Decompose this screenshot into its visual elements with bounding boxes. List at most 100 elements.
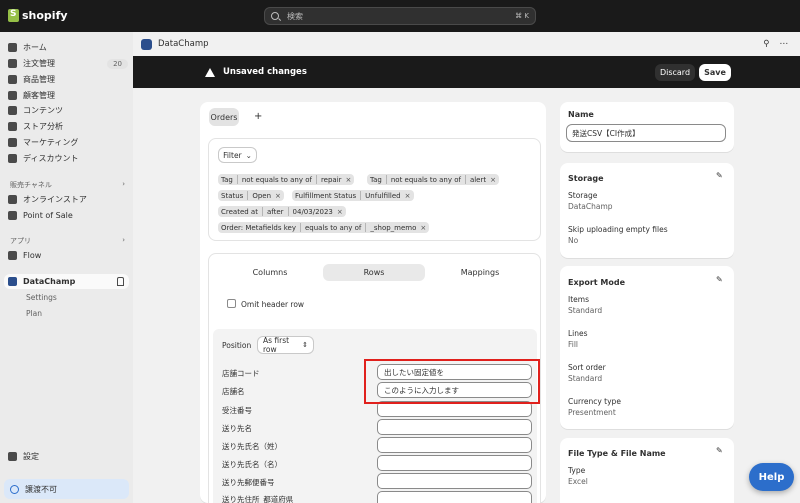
sidebar-item-label: Point of Sale [23,211,73,220]
chip-field: Status [221,191,244,200]
chip-divider [236,175,238,184]
shopify-logo[interactable]: shopify [8,9,68,22]
tab-mappings[interactable]: Mappings [430,264,530,281]
pin-icon[interactable] [117,277,124,286]
skip-empty-label: Skip uploading empty files [568,225,668,234]
items-label: Items [568,295,589,304]
sidebar-item-orders[interactable]: 注文管理 20 [8,56,128,71]
filter-chip[interactable]: Fulfillment Status Unfulfilled × [292,190,414,201]
unsaved-message: Unsaved changes [205,67,307,77]
add-tab-button[interactable]: + [254,111,262,122]
position-select[interactable]: As first row ⇕ [257,336,314,354]
tag-icon [8,75,17,84]
select-arrows-icon: ⇕ [302,341,308,349]
edit-icon[interactable]: ✎ [716,446,724,455]
close-icon[interactable]: × [405,192,411,200]
sidebar-subitem-settings[interactable]: Settings [26,293,57,302]
chip-field: Tag [370,175,382,184]
chip-divider [385,175,387,184]
non-transferable-notice[interactable]: 譲渡不可 [4,479,129,499]
home-icon [8,43,17,52]
sidebar-item-analytics[interactable]: ストア分析 [8,119,128,134]
chip-divider [247,191,249,200]
discard-button[interactable]: Discard [655,64,695,81]
row-field-input[interactable] [377,437,532,453]
chip-value: 04/03/2023 [292,207,333,216]
help-button[interactable]: Help [749,463,794,491]
search-bar[interactable]: 検索 ⌘ K [264,7,536,25]
chip-field: Fulfillment Status [295,191,357,200]
chip-field: Created at [221,207,258,216]
edit-icon[interactable]: ✎ [716,171,724,180]
sales-channels-heading[interactable]: 販売チャネル › [10,180,125,190]
items-value: Standard [568,306,603,315]
close-icon[interactable]: × [490,176,496,184]
warning-icon [205,67,215,77]
chip-operator: equals to any of [304,223,362,232]
sidebar-item-home[interactable]: ホーム [8,40,128,55]
close-icon[interactable]: × [337,208,343,216]
export-mode-title: Export Mode [568,278,626,287]
storage-label: Storage [568,191,598,200]
close-icon[interactable]: × [346,176,352,184]
section-label: 販売チャネル [10,181,52,189]
sidebar-item-content[interactable]: コンテンツ [8,103,128,118]
sidebar-item-flow[interactable]: Flow [8,248,128,263]
filter-chip[interactable]: Order: Metafields key equals to any of _sh… [218,222,430,233]
chevron-right-icon: › [122,236,125,244]
sidebar-item-label: ストア分析 [23,122,63,131]
row-field-input[interactable] [377,491,532,503]
close-icon[interactable]: × [275,192,281,200]
chevron-right-icon: › [122,180,125,188]
pin-icon[interactable]: ⚲ [763,39,769,49]
sidebar-item-discounts[interactable]: ディスカウント [8,151,128,166]
tab-columns[interactable]: Columns [222,264,318,281]
storage-title: Storage [568,174,604,183]
sidebar-item-label: 設定 [23,452,39,461]
edit-icon[interactable]: ✎ [716,275,724,284]
sidebar-item-pos[interactable]: Point of Sale [8,208,128,223]
filter-chip[interactable]: Tag not equals to any of alert × [367,174,499,185]
row-field-input[interactable] [377,419,532,435]
sidebar-item-datachamp[interactable]: DataChamp [8,274,128,289]
tab-rows[interactable]: Rows [323,264,425,281]
filter-chip[interactable]: Status Open × [218,190,284,201]
datachamp-icon [141,38,152,50]
target-icon [8,138,17,147]
annotation-highlight-box [364,359,540,404]
sidebar-item-label: 商品管理 [23,75,55,84]
filter-label: Filter [223,150,242,160]
type-label: Type [568,466,586,475]
sidebar-item-online-store[interactable]: オンラインストア [8,192,128,207]
sidebar-item-customers[interactable]: 顧客管理 [8,88,128,103]
sidebar-item-label: DataChamp [23,277,76,286]
row-field-input[interactable] [377,473,532,489]
close-icon[interactable]: × [420,224,426,232]
info-icon [10,484,19,494]
position-label: Position [222,341,252,350]
discount-icon [8,154,17,163]
omit-header-checkbox[interactable] [227,299,236,308]
sidebar-item-label: Flow [23,251,42,260]
chip-value: repair [320,175,342,184]
filter-chip[interactable]: Created at after 04/03/2023 × [218,206,346,217]
row-field-label: 店舗名 [222,387,245,396]
name-input[interactable]: 発送CSV【CI作成】 [566,124,726,142]
app-header: DataChamp ⚲ ⋯ [133,32,800,56]
pos-icon [8,211,17,220]
filter-chip[interactable]: Tag not equals to any of repair × [218,174,355,185]
filter-button[interactable]: Filter ⌄ [218,147,257,163]
sidebar-item-marketing[interactable]: マーケティング [8,135,128,150]
row-field-input[interactable] [377,455,532,471]
apps-heading[interactable]: アプリ › [10,236,125,246]
chip-divider [261,207,263,216]
sidebar-item-products[interactable]: 商品管理 [8,72,128,87]
tab-orders[interactable]: Orders [209,108,239,126]
top-bar: shopify 検索 ⌘ K [0,0,800,32]
sidebar-item-label: 顧客管理 [23,91,55,100]
sidebar-item-settings[interactable]: 設定 [8,449,128,464]
save-button[interactable]: Save [699,64,731,81]
more-icon[interactable]: ⋯ [780,39,789,49]
chart-icon [8,122,17,131]
sidebar-subitem-plan[interactable]: Plan [26,309,42,318]
